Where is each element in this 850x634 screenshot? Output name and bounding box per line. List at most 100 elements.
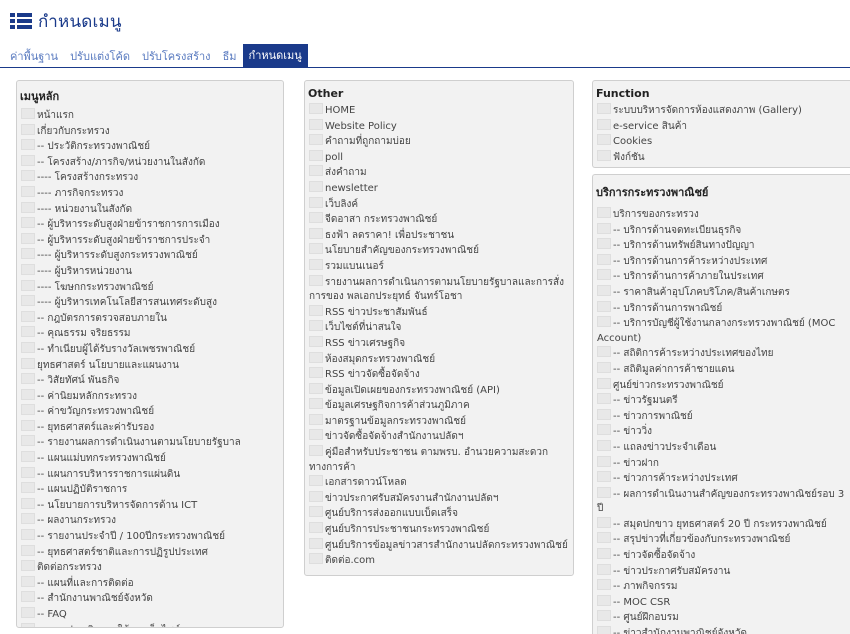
- drag-handle-icon[interactable]: [597, 222, 611, 234]
- drag-handle-icon[interactable]: [309, 522, 323, 534]
- drag-handle-icon[interactable]: [21, 435, 35, 447]
- menu-item[interactable]: ข่าวประกาศรับสมัครงานสำนักงานปลัดฯ: [309, 490, 569, 507]
- tab-theme[interactable]: ธีม: [217, 46, 243, 68]
- menu-item[interactable]: ระบบบริหารจัดการห้องแสดงภาพ (Gallery): [597, 103, 846, 119]
- menu-item[interactable]: ---- ผู้บริหารเทคโนโลยีสารสนเทศระดับสูง: [21, 295, 279, 311]
- menu-item[interactable]: คู่มือสำหรับประชาชน ตามพรบ. อำนวยความสะด…: [309, 445, 569, 475]
- drag-handle-icon[interactable]: [597, 393, 611, 405]
- menu-item[interactable]: ข้อมูลเศรษฐกิจการค้าส่วนภูมิภาค: [309, 398, 569, 414]
- menu-item[interactable]: poll: [309, 149, 569, 166]
- drag-handle-icon[interactable]: [597, 269, 611, 281]
- menu-item[interactable]: -- ข่าวฝาก: [597, 455, 846, 472]
- drag-handle-icon[interactable]: [597, 377, 611, 389]
- drag-handle-icon[interactable]: [309, 227, 323, 239]
- drag-handle-icon[interactable]: [309, 243, 323, 255]
- menu-item[interactable]: -- ข่าวการพาณิชย์: [597, 408, 846, 425]
- menu-item[interactable]: -- บริการด้านการค้าระหว่างประเทศ: [597, 253, 846, 270]
- drag-handle-icon[interactable]: [21, 497, 35, 509]
- menu-item[interactable]: -- ผู้บริหารระดับสูงฝ่ายข้าราชการประจำ: [21, 232, 279, 249]
- menu-item[interactable]: -- ศูนย์ฝึกอบรม: [597, 610, 846, 626]
- menu-item[interactable]: RSS ข่าวประชาสัมพันธ์: [309, 304, 569, 321]
- drag-handle-icon[interactable]: [21, 529, 35, 541]
- drag-handle-icon[interactable]: [21, 185, 35, 197]
- menu-item[interactable]: รวมแบนเนอร์: [309, 258, 569, 275]
- menu-item[interactable]: ห้องสมุดกระทรวงพาณิชย์: [309, 351, 569, 368]
- drag-handle-icon[interactable]: [597, 563, 611, 575]
- drag-handle-icon[interactable]: [21, 201, 35, 213]
- menu-item[interactable]: ---- ผู้บริหารระดับสูงกระทรวงพาณิชย์: [21, 248, 279, 264]
- menu-item[interactable]: -- รายงานประจำปี / 100ปีกระทรวงพาณิชย์: [21, 529, 279, 545]
- menu-item[interactable]: -- บริการด้านทรัพย์สินทางปัญญา: [597, 238, 846, 254]
- menu-item[interactable]: -- แผนแม่บทกระทรวงพาณิชย์: [21, 451, 279, 467]
- menu-item[interactable]: มาตรฐานข้อมูลกระทรวงพาณิชย์: [309, 413, 569, 430]
- menu-item[interactable]: -- ราคาสินค้าอุปโภคบริโภค/สินค้าเกษตร: [597, 284, 846, 301]
- menu-item[interactable]: ส่งคำถาม: [309, 165, 569, 181]
- menu-item[interactable]: ---- ผู้บริหารหน่วยงาน: [21, 263, 279, 280]
- menu-item[interactable]: -- ผู้บริหารระดับสูงฝ่ายข้าราชการการเมือ…: [21, 217, 279, 233]
- drag-handle-icon[interactable]: [309, 196, 323, 208]
- menu-item[interactable]: -- ค่าขวัญกระทรวงพาณิชย์: [21, 404, 279, 420]
- drag-handle-icon[interactable]: [21, 466, 35, 478]
- drag-handle-icon[interactable]: [21, 232, 35, 244]
- drag-handle-icon[interactable]: [21, 388, 35, 400]
- menu-item[interactable]: -- ประวัติกระทรวงพาณิชย์: [21, 139, 279, 155]
- menu-item[interactable]: -- ข่าวสำนักงานพาณิชย์จังหวัด: [597, 626, 846, 634]
- drag-handle-icon[interactable]: [21, 513, 35, 525]
- drag-handle-icon[interactable]: [309, 180, 323, 192]
- drag-handle-icon[interactable]: [309, 367, 323, 379]
- drag-handle-icon[interactable]: [21, 170, 35, 182]
- drag-handle-icon[interactable]: [597, 455, 611, 467]
- drag-handle-icon[interactable]: [597, 579, 611, 591]
- menu-item[interactable]: -- ทำเนียบผู้ได้รับรางวัลเพชรพาณิชย์: [21, 341, 279, 358]
- drag-handle-icon[interactable]: [309, 382, 323, 394]
- drag-handle-icon[interactable]: [309, 118, 323, 130]
- menu-item[interactable]: -- ข่าวประกาศรับสมัครงาน: [597, 563, 846, 580]
- drag-handle-icon[interactable]: [309, 134, 323, 146]
- menu-item[interactable]: -- สำนักงานพาณิชย์จังหวัด: [21, 591, 279, 607]
- drag-handle-icon[interactable]: [597, 207, 611, 218]
- menu-item[interactable]: ศูนย์บริการส่งออกแบบเบ็ดเสร็จ: [309, 506, 569, 522]
- menu-item[interactable]: -- FAQ: [21, 607, 279, 623]
- menu-item[interactable]: -- กฎบัตรการตรวจสอบภายใน: [21, 310, 279, 327]
- drag-handle-icon[interactable]: [21, 341, 35, 353]
- tab-structure[interactable]: ปรับโครงสร้าง: [136, 46, 217, 68]
- menu-item[interactable]: RSS ข่าวจัดซื้อจัดจ้าง: [309, 367, 569, 383]
- menu-item[interactable]: HOME: [309, 103, 569, 119]
- drag-handle-icon[interactable]: [21, 248, 35, 260]
- drag-handle-icon[interactable]: [597, 408, 611, 420]
- drag-handle-icon[interactable]: [597, 486, 611, 498]
- drag-handle-icon[interactable]: [309, 320, 323, 332]
- drag-handle-icon[interactable]: [309, 258, 323, 270]
- menu-item[interactable]: -- แบบประเมินการใช้งานเว็บไซต์: [21, 622, 279, 627]
- drag-handle-icon[interactable]: [21, 357, 35, 369]
- drag-handle-icon[interactable]: [21, 404, 35, 416]
- drag-handle-icon[interactable]: [21, 154, 35, 166]
- drag-handle-icon[interactable]: [309, 165, 323, 177]
- menu-item[interactable]: นโยบายสำคัญของกระทรวงพาณิชย์: [309, 243, 569, 259]
- drag-handle-icon[interactable]: [21, 607, 35, 618]
- menu-item[interactable]: -- ข่าวรัฐมนตรี: [597, 393, 846, 409]
- menu-item[interactable]: ---- ภารกิจกระทรวง: [21, 185, 279, 202]
- drag-handle-icon[interactable]: [309, 537, 323, 549]
- drag-handle-icon[interactable]: [309, 553, 323, 565]
- drag-handle-icon[interactable]: [21, 108, 35, 119]
- menu-item[interactable]: -- แผนการบริหารราชการแผ่นดิน: [21, 466, 279, 483]
- menu-item[interactable]: ติดต่อ.com: [309, 553, 569, 569]
- drag-handle-icon[interactable]: [597, 439, 611, 451]
- menu-item[interactable]: ---- โครงสร้างกระทรวง: [21, 170, 279, 186]
- drag-handle-icon[interactable]: [21, 279, 35, 291]
- drag-handle-icon[interactable]: [309, 335, 323, 347]
- drag-handle-icon[interactable]: [21, 560, 35, 572]
- drag-handle-icon[interactable]: [309, 149, 323, 161]
- drag-handle-icon[interactable]: [597, 532, 611, 544]
- drag-handle-icon[interactable]: [21, 295, 35, 307]
- menu-item[interactable]: ยุทธศาสตร์ นโยบายและแผนงาน: [21, 357, 279, 374]
- drag-handle-icon[interactable]: [597, 471, 611, 483]
- menu-item[interactable]: ---- โฆษกกระทรวงพาณิชย์: [21, 279, 279, 296]
- drag-handle-icon[interactable]: [21, 263, 35, 275]
- drag-handle-icon[interactable]: [597, 346, 611, 358]
- menu-item[interactable]: จีดอาสา กระทรวงพาณิชย์: [309, 212, 569, 228]
- drag-handle-icon[interactable]: [309, 398, 323, 410]
- drag-handle-icon[interactable]: [21, 622, 35, 627]
- drag-handle-icon[interactable]: [309, 475, 323, 487]
